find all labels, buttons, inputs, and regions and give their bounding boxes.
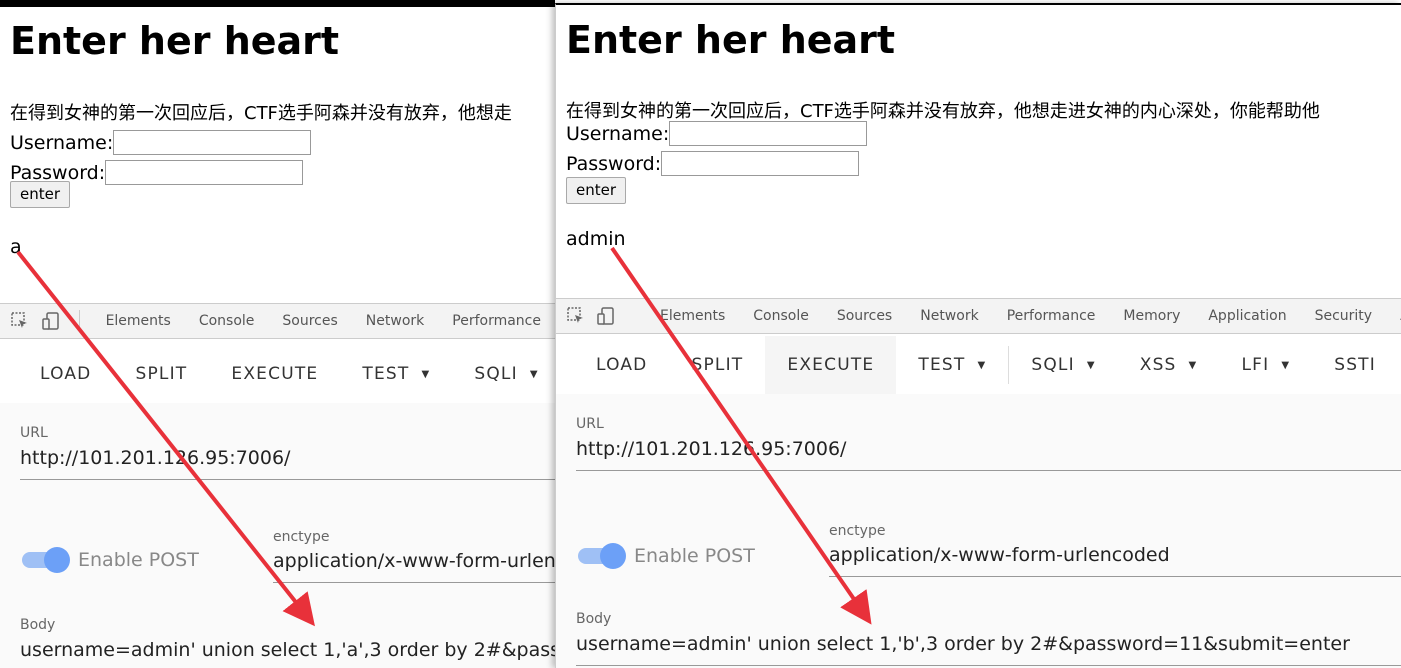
xss-label: XSS (1139, 355, 1177, 375)
intro-text: 在得到女神的第一次回应后，CTF选手阿森并没有放弃，他想走进女神的内心深处，你能… (566, 101, 1320, 122)
body-input[interactable]: username=admin' union select 1,'a',3 ord… (20, 639, 555, 668)
body-field[interactable]: Body username=admin' union select 1,'a',… (20, 617, 555, 668)
intro-text: 在得到女神的第一次回应后，CTF选手阿森并没有放弃，他想走 (10, 103, 512, 124)
test-label: TEST (918, 355, 966, 375)
sqli-label: SQLI (474, 364, 518, 384)
dropdown-caret-icon: ▼ (977, 359, 987, 371)
devtools-tab[interactable]: Sources (268, 313, 351, 329)
device-toggle-icon[interactable] (596, 304, 616, 328)
devtools-tab[interactable]: Elements (646, 308, 739, 324)
username-label: Username: (566, 122, 670, 145)
devtools-tab[interactable]: Performance (993, 308, 1110, 324)
page-title: Enter her heart (566, 18, 896, 62)
enctype-field[interactable]: enctype application/x-www-form-urlencode… (829, 523, 1401, 577)
toggle-knob[interactable] (600, 543, 626, 569)
ssti-menu[interactable]: SSTI (1312, 336, 1398, 394)
url-label: URL (576, 416, 604, 432)
hackbar-toolbar: LOAD SPLIT EXECUTE TEST ▼ SQLI ▼ XSS ▼ LFI ▼… (556, 336, 1401, 394)
password-input[interactable] (661, 151, 860, 176)
password-input[interactable] (105, 160, 304, 185)
lfi-label: LFI (1241, 355, 1270, 375)
load-button[interactable]: LOAD (556, 336, 669, 394)
username-row: Username: (10, 130, 312, 155)
query-result: admin (566, 228, 626, 250)
password-row: Password: (566, 151, 860, 176)
devtools-tabbar: Elements Console Sources Network Perform… (0, 303, 555, 339)
test-menu[interactable]: TEST ▼ (896, 336, 1008, 394)
load-button[interactable]: LOAD (0, 345, 113, 403)
enable-post-label: Enable POST (634, 545, 755, 567)
inspect-element-icon[interactable] (10, 309, 30, 333)
sqli-menu[interactable]: SQLI ▼ (1009, 336, 1117, 394)
devtools-tab[interactable]: Console (185, 313, 269, 329)
test-menu[interactable]: TEST ▼ (340, 345, 452, 403)
right-screenshot-panel: Enter her heart 在得到女神的第一次回应后，CTF选手阿森并没有放… (555, 3, 1401, 668)
enter-button[interactable]: enter (10, 181, 71, 208)
url-field[interactable]: URL http://101.201.126.95:7006/ (20, 425, 555, 480)
dropdown-caret-icon: ▼ (529, 368, 539, 380)
device-toggle-icon[interactable] (40, 309, 60, 333)
left-screenshot-panel: Enter her heart 在得到女神的第一次回应后，CTF选手阿森并没有放… (0, 0, 555, 668)
password-label: Password: (566, 152, 662, 175)
devtools-tab[interactable]: Security (1301, 308, 1387, 324)
devtools-tabbar: Elements Console Sources Network Perform… (556, 298, 1401, 334)
hackbar-body: URL http://101.201.126.95:7006/ Enable P… (556, 394, 1401, 668)
page-title: Enter her heart (10, 19, 340, 63)
username-row: Username: (566, 121, 868, 146)
devtools-tab[interactable]: Au (1386, 308, 1401, 324)
devtools-tab[interactable]: Application (1194, 308, 1300, 324)
enable-post-toggle[interactable]: Enable POST (22, 547, 199, 573)
split-button[interactable]: SPLIT (669, 336, 765, 394)
ssti-label: SSTI (1334, 355, 1376, 375)
challenge-page: Enter her heart 在得到女神的第一次回应后，CTF选手阿森并没有放… (556, 5, 1401, 305)
toggle-track[interactable] (578, 543, 626, 569)
devtools-tab[interactable]: Network (352, 313, 438, 329)
body-label: Body (576, 611, 612, 627)
dropdown-caret-icon: ▼ (421, 368, 431, 380)
split-button[interactable]: SPLIT (113, 345, 209, 403)
hackbar-toolbar: LOAD SPLIT EXECUTE TEST ▼ SQLI ▼ (0, 345, 555, 403)
query-result: a (10, 236, 22, 258)
execute-button[interactable]: EXECUTE (209, 345, 340, 403)
toggle-track[interactable] (22, 547, 70, 573)
sqli-menu[interactable]: SQLI ▼ (452, 345, 555, 403)
lfi-menu[interactable]: LFI ▼ (1219, 336, 1312, 394)
enctype-label: enctype (829, 523, 886, 539)
challenge-page: Enter her heart 在得到女神的第一次回应后，CTF选手阿森并没有放… (0, 7, 555, 307)
sqli-label: SQLI (1031, 355, 1075, 375)
url-label: URL (20, 425, 48, 441)
dropdown-caret-icon: ▼ (1086, 359, 1096, 371)
username-input[interactable] (113, 130, 312, 155)
devtools-tab[interactable]: Console (739, 308, 823, 324)
xss-menu[interactable]: XSS ▼ (1118, 336, 1220, 394)
dropdown-caret-icon: ▼ (1281, 359, 1291, 371)
username-input[interactable] (669, 121, 868, 146)
devtools-tab[interactable]: Network (906, 308, 992, 324)
enable-post-toggle[interactable]: Enable POST (578, 543, 755, 569)
devtools-tab[interactable]: Memory (1109, 308, 1194, 324)
enctype-select[interactable]: application/x-www-form-urlenco (273, 550, 555, 583)
dropdown-caret-icon: ▼ (1188, 359, 1198, 371)
enter-button[interactable]: enter (566, 177, 627, 204)
url-field[interactable]: URL http://101.201.126.95:7006/ (576, 416, 1401, 471)
hackbar-body: URL http://101.201.126.95:7006/ Enable P… (0, 403, 555, 668)
devtools-tab[interactable]: Performance (438, 313, 555, 329)
body-label: Body (20, 617, 56, 633)
enctype-label: enctype (273, 529, 330, 545)
url-input[interactable]: http://101.201.126.95:7006/ (576, 438, 1401, 471)
enctype-field[interactable]: enctype application/x-www-form-urlenco (273, 529, 555, 583)
enable-post-label: Enable POST (78, 549, 199, 571)
body-input[interactable]: username=admin' union select 1,'b',3 ord… (576, 633, 1401, 666)
execute-button[interactable]: EXECUTE (765, 336, 897, 394)
devtools-tab[interactable]: Sources (823, 308, 906, 324)
devtools-separator (78, 310, 80, 332)
username-label: Username: (10, 131, 114, 154)
toggle-knob[interactable] (44, 547, 70, 573)
inspect-element-icon[interactable] (566, 304, 586, 328)
enctype-select[interactable]: application/x-www-form-urlencoded (829, 544, 1401, 577)
test-label: TEST (362, 364, 410, 384)
url-input[interactable]: http://101.201.126.95:7006/ (20, 447, 555, 480)
body-field[interactable]: Body username=admin' union select 1,'b',… (576, 611, 1401, 666)
devtools-tab[interactable]: Elements (92, 313, 185, 329)
